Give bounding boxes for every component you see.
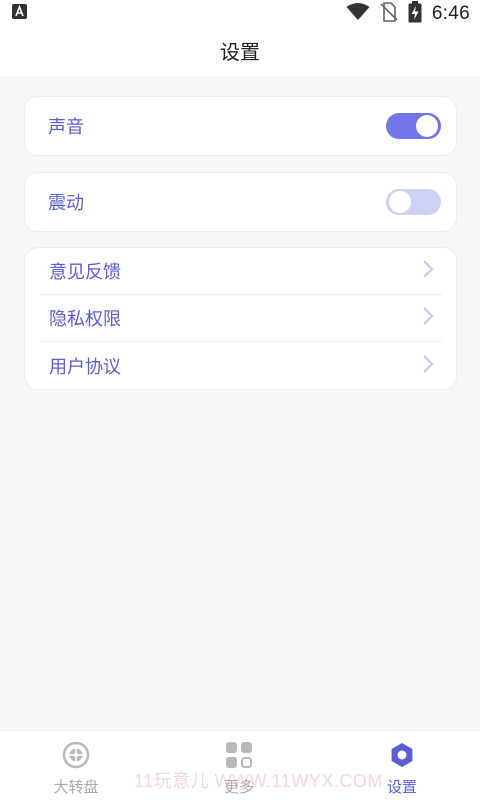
vibration-label: 震动 (48, 193, 84, 214)
page-title: 设置 (220, 39, 260, 64)
tab-wheel-label: 大转盘 (53, 778, 99, 796)
tab-settings-label: 设置 (386, 778, 417, 796)
feedback-label: 意见反馈 (49, 262, 121, 283)
links-card: 意见反馈 隐私权限 用户协议 (24, 247, 457, 390)
vibration-toggle[interactable] (386, 189, 441, 215)
user-agreement-label: 用户协议 (49, 356, 121, 378)
privacy-permissions-row[interactable]: 隐私权限 (39, 295, 442, 342)
app-screen: 6:46 设置 声音 震动 意见反馈 隐私权限 用户协议 大转盘 更多 设置 1… (0, 0, 480, 800)
sound-setting-card: 声音 (24, 96, 457, 156)
toggle-knob (416, 115, 438, 137)
feedback-row[interactable]: 意见反馈 (39, 248, 442, 295)
chevron-right-icon (422, 306, 434, 330)
page-header: 设置 (0, 24, 480, 76)
vibration-setting-row: 震动 (25, 173, 456, 231)
status-bar: 6:46 (0, 0, 480, 24)
toggle-knob (389, 191, 411, 213)
sound-toggle[interactable] (386, 113, 441, 139)
gear-icon (388, 741, 416, 773)
wifi-icon (346, 3, 370, 25)
chevron-right-icon (422, 354, 434, 378)
wheel-icon (62, 741, 90, 773)
status-time: 6:46 (431, 3, 470, 24)
sound-label: 声音 (48, 117, 84, 138)
tab-wheel[interactable]: 大转盘 (36, 741, 116, 797)
no-sim-icon (380, 2, 398, 26)
privacy-permissions-label: 隐私权限 (49, 309, 121, 330)
vibration-setting-card: 震动 (24, 172, 457, 232)
chevron-right-icon (422, 259, 434, 283)
user-agreement-row[interactable]: 用户协议 (39, 342, 442, 389)
app-notification-icon (12, 4, 27, 23)
sound-setting-row: 声音 (25, 97, 456, 155)
watermark: 11玩意儿 WWW.11WYX.COM (134, 771, 383, 791)
